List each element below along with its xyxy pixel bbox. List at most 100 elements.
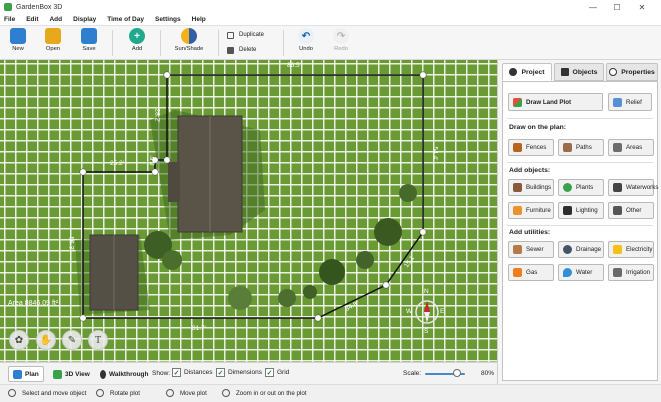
flower-icon: ✿ <box>14 334 24 346</box>
draw-land-plot-button[interactable]: Draw Land Plot <box>508 93 603 111</box>
menu-file[interactable]: File <box>4 16 15 23</box>
vertex-handle[interactable] <box>419 71 427 79</box>
plants-label: Plants <box>576 184 594 191</box>
distances-checkbox[interactable]: ✓ Distances <box>172 368 213 377</box>
maximize-button[interactable]: ☐ <box>607 0 627 14</box>
lighting-button[interactable]: Lighting <box>558 202 604 219</box>
tree[interactable] <box>399 184 417 202</box>
tab-objects[interactable]: Objects <box>554 63 604 81</box>
vertex-handle[interactable] <box>419 228 427 236</box>
furniture-button[interactable]: Furniture <box>508 202 554 219</box>
fence-icon <box>513 143 522 152</box>
shrub[interactable] <box>278 289 296 307</box>
add-button[interactable]: + Add <box>122 28 152 58</box>
house-annex <box>168 162 180 202</box>
fences-button[interactable]: Fences <box>508 139 554 156</box>
redo-button[interactable]: ↷ Redo <box>326 28 356 58</box>
duplicate-icon <box>227 31 234 39</box>
water-button[interactable]: Water <box>558 264 604 281</box>
plan-icon <box>13 369 22 379</box>
menu-edit[interactable]: Edit <box>26 16 38 23</box>
menu-settings[interactable]: Settings <box>155 16 181 23</box>
water-label: Water <box>576 269 593 276</box>
close-button[interactable]: ✕ <box>632 0 652 14</box>
vertex-handle[interactable] <box>163 71 171 79</box>
toolbar-separator <box>218 30 219 56</box>
delete-button[interactable]: Delete <box>227 45 256 55</box>
menu-add[interactable]: Add <box>49 16 62 23</box>
irrigation-button[interactable]: Irrigation <box>608 264 654 281</box>
dimension-bottom: 31.7' <box>192 325 206 332</box>
tree[interactable] <box>356 251 374 269</box>
vertex-handle[interactable] <box>314 314 322 322</box>
compass[interactable]: N S E W <box>406 288 445 336</box>
areas-button[interactable]: Areas <box>608 139 654 156</box>
gas-button[interactable]: Gas <box>508 264 554 281</box>
tree[interactable] <box>162 250 182 270</box>
tab-project[interactable]: Project <box>502 63 552 81</box>
vertex-handle[interactable] <box>163 156 171 164</box>
menu-time-of-day[interactable]: Time of Day <box>107 16 144 23</box>
menu-display[interactable]: Display <box>73 16 96 23</box>
drainage-button[interactable]: Drainage <box>558 241 604 258</box>
vertex-handle[interactable] <box>151 168 159 176</box>
electricity-button[interactable]: Electricity <box>608 241 654 258</box>
vertex-handle[interactable] <box>79 314 87 322</box>
shrub[interactable] <box>228 286 252 310</box>
plus-icon: + <box>129 28 145 44</box>
duplicate-button[interactable]: Duplicate <box>227 30 264 40</box>
sewer-button[interactable]: Sewer <box>508 241 554 258</box>
relief-icon <box>613 97 622 107</box>
other-button[interactable]: Other <box>608 202 654 219</box>
new-file-icon <box>10 28 26 44</box>
delete-label: Delete <box>239 47 257 53</box>
tree[interactable] <box>374 218 402 246</box>
paths-button[interactable]: Paths <box>558 139 604 156</box>
walkthrough-label: Walkthrough <box>109 370 149 378</box>
open-button[interactable]: Open <box>38 28 68 58</box>
sprinkler-icon <box>613 268 622 277</box>
irrigation-label: Irrigation <box>626 269 651 276</box>
walkthrough-button[interactable]: Walkthrough <box>96 366 152 382</box>
save-icon <box>81 28 97 44</box>
3d-view-button[interactable]: 3D View <box>49 366 94 382</box>
tree[interactable] <box>319 259 345 285</box>
minimize-button[interactable]: — <box>583 0 603 14</box>
undo-button[interactable]: ↶ Undo <box>291 28 321 58</box>
toolbar-separator <box>112 30 113 56</box>
pan-tool-button[interactable]: ✋ <box>36 330 56 350</box>
gear-icon <box>609 68 618 76</box>
undo-label: Undo <box>299 46 313 52</box>
compass-e: E <box>440 308 445 315</box>
lamp-icon <box>563 206 572 215</box>
scale-slider-handle[interactable] <box>453 369 461 377</box>
tree-3d-icon <box>53 369 62 379</box>
vertex-handle[interactable] <box>382 281 390 289</box>
compass-w: W <box>406 308 413 315</box>
plants-button[interactable]: Plants <box>558 179 604 196</box>
dimensions-checkbox[interactable]: ✓ Dimensions <box>216 368 262 377</box>
vertex-handle[interactable] <box>79 168 87 176</box>
grid-checkbox[interactable]: ✓ Grid <box>265 368 289 377</box>
hand-icon: ✋ <box>39 334 53 346</box>
select-tool-button[interactable]: ✿ <box>9 330 29 350</box>
tab-project-label: Project <box>521 68 545 76</box>
save-button[interactable]: Save <box>74 28 104 58</box>
duplicate-label: Duplicate <box>239 32 265 38</box>
sun-shade-button[interactable]: Sun/Shade <box>174 28 204 58</box>
buildings-button[interactable]: Buildings <box>508 179 554 196</box>
new-button[interactable]: New <box>3 28 33 58</box>
project-icon <box>509 68 518 76</box>
relief-button[interactable]: Relief <box>608 93 652 111</box>
plan-view-button[interactable]: Plan <box>8 366 44 382</box>
waterworks-button[interactable]: Waterworks <box>608 179 658 196</box>
menu-help[interactable]: Help <box>192 16 206 23</box>
scale-value: 80% <box>481 370 495 377</box>
text-tool-button[interactable]: T <box>88 330 108 350</box>
walker-icon <box>100 369 106 379</box>
measure-tool-button[interactable]: ✎ <box>62 330 82 350</box>
plan-canvas[interactable]: 86.5' 54.4' 28.2' 25.2' 6.5' 56.3' 31.7'… <box>0 60 497 362</box>
shrub[interactable] <box>303 285 317 299</box>
dimension-left-step-vertical: 28.2' <box>153 108 161 123</box>
tab-properties[interactable]: Properties <box>606 63 658 81</box>
